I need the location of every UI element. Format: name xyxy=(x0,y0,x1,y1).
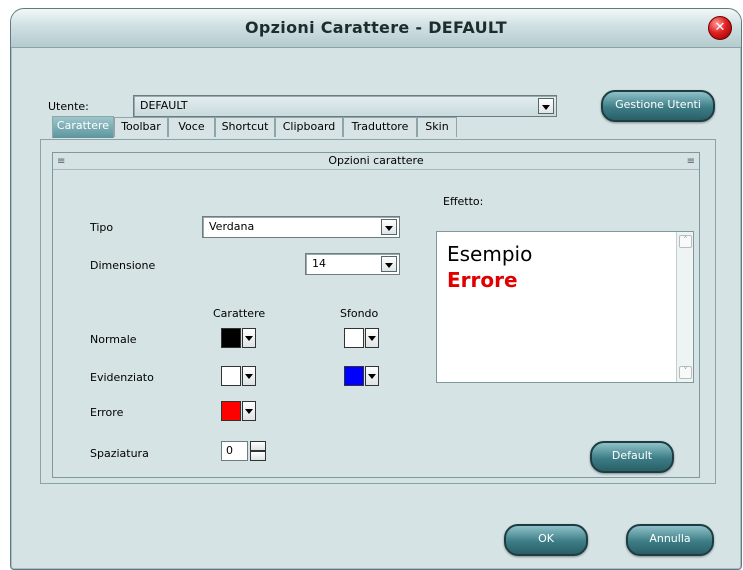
color-swatch xyxy=(221,328,241,348)
tab-toolbar[interactable]: Toolbar xyxy=(114,117,168,137)
color-swatch xyxy=(344,328,364,348)
error-character-color[interactable] xyxy=(221,401,256,421)
chevron-down-icon[interactable] xyxy=(538,98,554,114)
default-button[interactable]: Default xyxy=(590,441,674,473)
font-size-value: 14 xyxy=(312,257,326,270)
highlighted-background-color[interactable] xyxy=(344,366,379,386)
user-select-value: DEFAULT xyxy=(140,99,188,112)
tab-skin[interactable]: Skin xyxy=(417,117,457,137)
grip-icon: ≡ xyxy=(686,156,695,167)
close-icon: ✕ xyxy=(714,20,726,35)
color-swatch xyxy=(221,366,241,386)
normal-character-color[interactable] xyxy=(221,328,256,348)
chevron-down-icon[interactable] xyxy=(381,256,397,272)
tab-shortcut[interactable]: Shortcut xyxy=(215,117,275,137)
effect-preview: Esempio Errore ˄ ˅ xyxy=(436,231,694,383)
manage-users-button[interactable]: Gestione Utenti xyxy=(601,90,715,122)
spacing-label: Spaziatura xyxy=(90,447,149,460)
color-swatch xyxy=(344,366,364,386)
chevron-down-icon[interactable] xyxy=(365,366,379,386)
highlighted-label: Evidenziato xyxy=(90,371,154,384)
preview-scrollbar[interactable]: ˄ ˅ xyxy=(676,232,693,382)
spin-up-icon[interactable] xyxy=(250,441,266,451)
font-type-value: Verdana xyxy=(209,220,255,233)
spacing-input[interactable]: 0 xyxy=(221,441,248,461)
font-type-select[interactable]: Verdana xyxy=(202,216,400,238)
chevron-down-icon[interactable] xyxy=(242,366,256,386)
spacing-value: 0 xyxy=(226,444,233,457)
user-label: Utente: xyxy=(48,100,89,113)
grip-icon: ≡ xyxy=(57,156,66,167)
scroll-down-icon[interactable]: ˅ xyxy=(679,366,692,379)
character-color-header: Carattere xyxy=(213,307,266,320)
chevron-down-icon[interactable] xyxy=(242,401,256,421)
font-size-label: Dimensione xyxy=(90,259,156,272)
scroll-up-icon[interactable]: ˄ xyxy=(679,235,692,248)
cancel-button[interactable]: Annulla xyxy=(626,524,714,556)
effect-label: Effetto: xyxy=(443,195,484,208)
chevron-down-icon[interactable] xyxy=(365,328,379,348)
spin-down-icon[interactable] xyxy=(250,451,266,461)
tab-carattere[interactable]: Carattere xyxy=(52,116,114,138)
tab-clipboard[interactable]: Clipboard xyxy=(275,117,343,137)
tab-traduttore[interactable]: Traduttore xyxy=(343,117,417,137)
section-title: Opzioni carattere xyxy=(328,154,424,167)
ok-button[interactable]: OK xyxy=(504,524,588,556)
chevron-down-icon[interactable] xyxy=(381,219,397,235)
tab-voce[interactable]: Voce xyxy=(168,117,215,137)
color-swatch xyxy=(221,401,241,421)
window-title: Opzioni Carattere - DEFAULT xyxy=(245,18,507,37)
spacing-spinner[interactable]: 0 xyxy=(221,441,269,461)
highlighted-character-color[interactable] xyxy=(221,366,256,386)
title-bar[interactable]: Opzioni Carattere - DEFAULT ✕ xyxy=(11,9,741,48)
close-button[interactable]: ✕ xyxy=(708,16,732,40)
preview-sample-text: Esempio xyxy=(447,242,533,266)
preview-error-text: Errore xyxy=(447,268,518,292)
background-color-header: Sfondo xyxy=(340,307,379,320)
font-size-select[interactable]: 14 xyxy=(305,253,400,275)
font-type-label: Tipo xyxy=(90,221,114,234)
normal-label: Normale xyxy=(90,333,137,346)
section-header: ≡ Opzioni carattere ≡ xyxy=(53,153,699,170)
user-select[interactable]: DEFAULT xyxy=(133,95,557,117)
error-label: Errore xyxy=(90,406,124,419)
chevron-down-icon[interactable] xyxy=(242,328,256,348)
normal-background-color[interactable] xyxy=(344,328,379,348)
